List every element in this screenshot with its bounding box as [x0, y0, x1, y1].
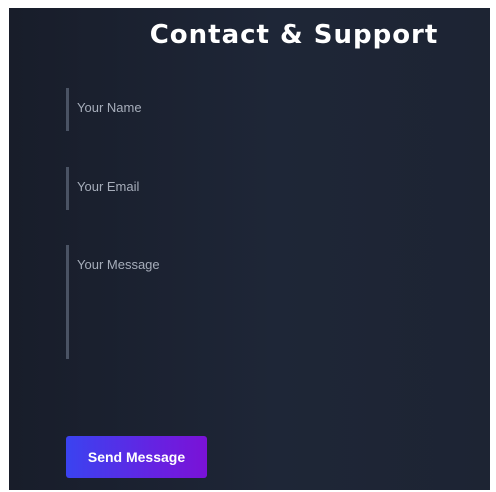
- send-message-button[interactable]: Send Message: [66, 436, 207, 478]
- email-field[interactable]: Your Email: [66, 167, 456, 210]
- contact-panel: Contact & Support Your Name Your Email Y…: [9, 8, 490, 490]
- send-message-label: Send Message: [87, 449, 186, 465]
- name-field[interactable]: Your Name: [66, 88, 456, 131]
- message-placeholder: Your Message: [77, 257, 160, 272]
- page-title: Contact & Support: [149, 20, 439, 50]
- name-placeholder: Your Name: [77, 100, 142, 115]
- email-placeholder: Your Email: [77, 179, 140, 194]
- message-field[interactable]: Your Message: [66, 245, 456, 359]
